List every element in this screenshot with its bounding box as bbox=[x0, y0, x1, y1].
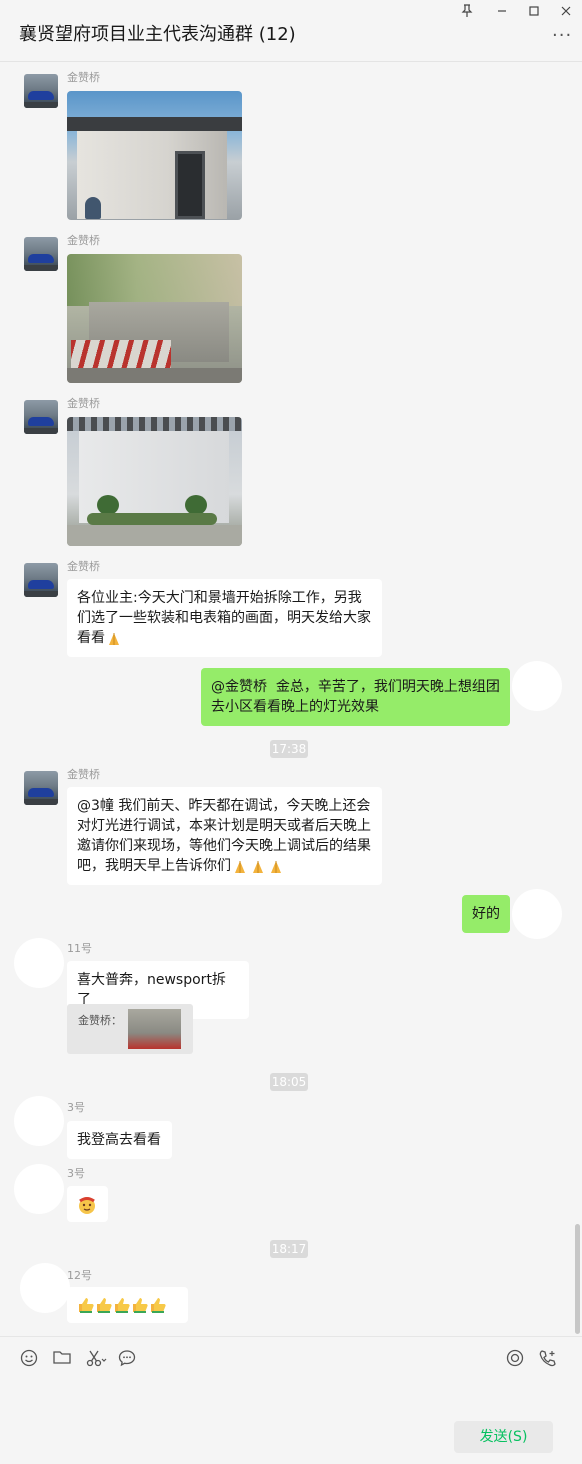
avatar[interactable] bbox=[20, 1263, 70, 1313]
sender-name: 金赞桥 bbox=[67, 560, 100, 573]
chat-area[interactable]: 金赞桥 金赞桥 金赞桥 金赞桥 各位业主:今天大门和景墙开始拆除工作，另我 们选… bbox=[0, 63, 582, 1336]
message-text: @金赞桥 金总，辛苦了，我们明天晚上想组团 去小区看看晚上的灯光效果 bbox=[211, 679, 500, 715]
photo-demolition-site[interactable] bbox=[67, 254, 242, 383]
avatar[interactable] bbox=[14, 1164, 64, 1214]
thumbs-up-icon bbox=[113, 1296, 131, 1314]
sender-name: 3号 bbox=[67, 1101, 85, 1114]
message-bubble[interactable]: @3幢 我们前天、昨天都在调试，今天晚上还会 对灯光进行调试，本来计划是明天或者… bbox=[67, 787, 382, 885]
timestamp: 17:38 bbox=[270, 740, 308, 758]
pray-emoji-icon bbox=[105, 629, 123, 647]
sender-name: 12号 bbox=[67, 1269, 92, 1282]
timestamp: 18:17 bbox=[270, 1240, 308, 1258]
avatar[interactable] bbox=[24, 771, 58, 805]
avatar[interactable] bbox=[14, 938, 64, 988]
pin-icon[interactable] bbox=[458, 4, 476, 22]
sender-name: 金赞桥 bbox=[67, 234, 100, 247]
quote-label: 金赞桥： bbox=[78, 1014, 122, 1027]
voice-call-icon[interactable] bbox=[538, 1349, 558, 1369]
quote-thumbnail[interactable] bbox=[128, 1009, 181, 1049]
sender-name: 3号 bbox=[67, 1167, 85, 1180]
chat-history-icon[interactable] bbox=[117, 1349, 137, 1369]
avatar[interactable] bbox=[14, 1096, 64, 1146]
message-bubble[interactable] bbox=[67, 1186, 108, 1222]
send-button[interactable]: 发送(S) bbox=[454, 1421, 553, 1453]
self-message-bubble[interactable]: 好的 bbox=[462, 895, 510, 933]
message-text: 喜大普奔，newsport拆了 bbox=[77, 972, 226, 1008]
message-bubble[interactable]: 我登高去看看 bbox=[67, 1121, 172, 1159]
input-area[interactable]: 发送(S) bbox=[0, 1336, 582, 1464]
thumbs-up-icon bbox=[77, 1296, 95, 1314]
minimize-icon[interactable] bbox=[493, 4, 511, 22]
message-bubble[interactable] bbox=[67, 1287, 188, 1323]
message-bubble[interactable]: 各位业主:今天大门和景墙开始拆除工作，另我 们选了一些软装和电表箱的画面，明天发… bbox=[67, 579, 382, 657]
pray-emoji-icon bbox=[267, 857, 285, 875]
sender-name: 金赞桥 bbox=[67, 71, 100, 84]
avatar[interactable] bbox=[24, 74, 58, 108]
sender-name: 金赞桥 bbox=[67, 397, 100, 410]
pray-emoji-icon bbox=[249, 857, 267, 875]
hot-face-emoji-icon bbox=[77, 1195, 95, 1214]
self-avatar[interactable] bbox=[512, 889, 562, 939]
live-icon[interactable] bbox=[505, 1349, 525, 1369]
message-text: @3幢 我们前天、昨天都在调试，今天晚上还会 对灯光进行调试，本来计划是明天或者… bbox=[77, 798, 371, 874]
scissors-icon[interactable] bbox=[85, 1349, 109, 1369]
pray-emoji-icon bbox=[231, 857, 249, 875]
chat-title: 襄贤望府项目业主代表沟通群 (12) bbox=[19, 24, 296, 45]
timestamp: 18:05 bbox=[270, 1073, 308, 1091]
self-avatar[interactable] bbox=[512, 661, 562, 711]
sender-name: 金赞桥 bbox=[67, 768, 100, 781]
photo-building-entrance[interactable] bbox=[67, 91, 242, 220]
thumbs-up-icon bbox=[95, 1296, 113, 1314]
photo-landscape-wall[interactable] bbox=[67, 417, 242, 546]
thumbs-up-icon bbox=[131, 1296, 149, 1314]
more-icon[interactable]: ··· bbox=[552, 27, 572, 45]
message-text: 我登高去看看 bbox=[77, 1132, 161, 1148]
maximize-icon[interactable] bbox=[525, 4, 543, 22]
title-bar: 襄贤望府项目业主代表沟通群 (12) ··· bbox=[0, 0, 582, 62]
message-text: 好的 bbox=[472, 906, 500, 922]
avatar[interactable] bbox=[24, 400, 58, 434]
avatar[interactable] bbox=[24, 237, 58, 271]
thumbs-up-icon bbox=[149, 1296, 167, 1314]
avatar[interactable] bbox=[24, 563, 58, 597]
self-message-bubble[interactable]: @金赞桥 金总，辛苦了，我们明天晚上想组团 去小区看看晚上的灯光效果 bbox=[201, 668, 510, 726]
close-icon[interactable] bbox=[557, 4, 575, 22]
folder-icon[interactable] bbox=[52, 1349, 72, 1369]
quoted-message[interactable]: 金赞桥： bbox=[67, 1004, 193, 1054]
chat-scrollbar[interactable] bbox=[575, 1224, 580, 1334]
sender-name: 11号 bbox=[67, 942, 92, 955]
emoji-icon[interactable] bbox=[19, 1349, 39, 1369]
